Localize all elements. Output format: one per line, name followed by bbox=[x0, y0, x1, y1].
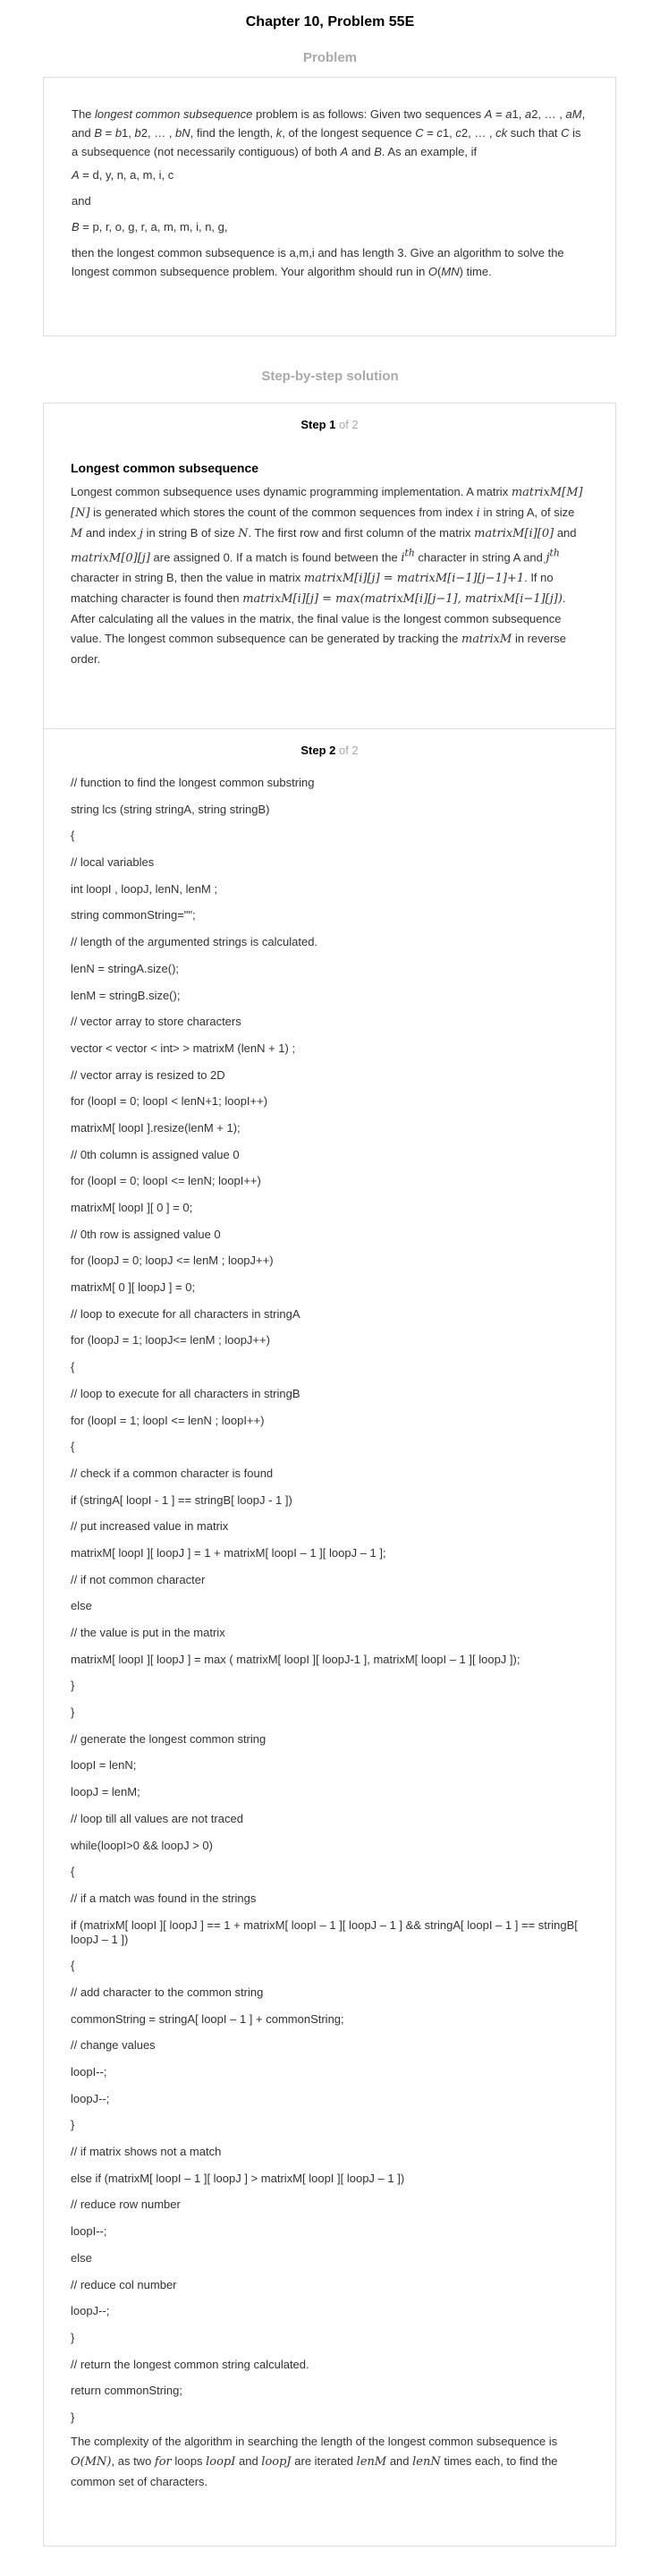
code-line: // vector array is resized to 2D bbox=[71, 1067, 225, 1082]
code-line: // length of the argumented strings is c… bbox=[71, 935, 318, 949]
code-line: matrixM[ loopI ][ 0 ] = 0; bbox=[71, 1201, 193, 1214]
step-1-body: Longest common subsequence uses dynamic … bbox=[71, 485, 583, 667]
code-line: } bbox=[71, 1679, 75, 1693]
code-line: } bbox=[71, 2410, 75, 2424]
steps-card: Step 1 of 2 Longest common subsequence L… bbox=[43, 403, 616, 2546]
code-line: } bbox=[71, 2118, 75, 2132]
code-line: { bbox=[71, 1865, 75, 1879]
sequence-b-line: B = p, r, o, g, r, a, m, m, i, n, g, bbox=[72, 220, 228, 234]
problem-intro: The longest common subsequence problem i… bbox=[72, 107, 586, 158]
code-line: lenM = stringB.size(); bbox=[71, 988, 181, 1002]
code-line: { bbox=[71, 1360, 75, 1374]
code-line: { bbox=[71, 829, 75, 843]
code-line: { bbox=[71, 1959, 75, 1973]
step-1-title: Longest common subsequence bbox=[71, 461, 259, 475]
code-line: lenN = stringA.size(); bbox=[71, 961, 180, 975]
code-line: // add character to the common string bbox=[71, 1985, 264, 1999]
code-line: // if not common character bbox=[71, 1572, 206, 1586]
code-line: // change values bbox=[71, 2038, 156, 2053]
code-line: matrixM[ loopI ].resize(lenM + 1); bbox=[71, 1120, 241, 1135]
code-line: for (loopI = 0; loopI < lenN+1; loopI++) bbox=[71, 1094, 268, 1109]
and-text: and bbox=[72, 194, 91, 208]
code-line: // 0th row is assigned value 0 bbox=[71, 1227, 221, 1241]
step-1-header: Step 1 of 2 bbox=[300, 418, 359, 431]
sequence-a-line: A = d, y, n, a, m, i, c bbox=[72, 168, 174, 182]
code-line: int loopI , loopJ, lenN, lenM ; bbox=[71, 881, 218, 896]
code-line: for (loopJ = 0; loopJ <= lenM ; loopJ++) bbox=[71, 1254, 274, 1268]
code-line: loopJ--; bbox=[71, 2091, 110, 2105]
code-line: // 0th column is assigned value 0 bbox=[71, 1147, 240, 1161]
code-line: matrixM[ 0 ][ loopJ ] = 0; bbox=[71, 1280, 196, 1295]
code-line: loopJ--; bbox=[71, 2304, 110, 2318]
step-1: Step 1 of 2 Longest common subsequence L… bbox=[44, 404, 615, 729]
code-line: // the value is put in the matrix bbox=[71, 1626, 225, 1639]
code-line: for (loopI = 0; loopI <= lenN; loopI++) bbox=[71, 1174, 261, 1188]
code-line: // vector array to store characters bbox=[71, 1015, 241, 1029]
step-2: Step 2 of 2 // function to find the long… bbox=[44, 729, 615, 2492]
problem-heading: Problem bbox=[302, 50, 357, 65]
code-line: vector < vector < int> > matrixM (lenN +… bbox=[71, 1041, 296, 1055]
code-listing: // function to find the longest common s… bbox=[71, 776, 588, 2425]
complexity-paragraph: The complexity of the algorithm in searc… bbox=[71, 2434, 558, 2488]
code-line: commonString = stringA[ loopI – 1 ] + co… bbox=[71, 2011, 344, 2026]
code-line: // reduce row number bbox=[71, 2198, 181, 2212]
problem-conclusion: then the longest common subsequence is a… bbox=[72, 246, 564, 278]
code-line: // if matrix shows not a match bbox=[71, 2145, 222, 2159]
step-2-header: Step 2 of 2 bbox=[300, 744, 359, 757]
code-line: string lcs (string stringA, string strin… bbox=[71, 802, 270, 816]
code-line: string commonString=""; bbox=[71, 908, 196, 922]
code-line: return commonString; bbox=[71, 2384, 182, 2398]
code-line: if (stringA[ loopI - 1 ] == stringB[ loo… bbox=[71, 1492, 292, 1507]
code-line: // check if a common character is found bbox=[71, 1466, 274, 1480]
code-line: } bbox=[71, 2330, 75, 2344]
code-line: { bbox=[71, 1440, 75, 1454]
code-line: else bbox=[71, 1599, 92, 1613]
code-line: else if (matrixM[ loopI – 1 ][ loopJ ] >… bbox=[71, 2171, 405, 2185]
code-line: for (loopI = 1; loopI <= lenN ; loopI++) bbox=[71, 1413, 265, 1427]
code-line: for (loopJ = 1; loopJ<= lenM ; loopJ++) bbox=[71, 1333, 270, 1348]
code-line: // return the longest common string calc… bbox=[71, 2357, 309, 2371]
code-line: else bbox=[71, 2250, 92, 2265]
code-line: matrixM[ loopI ][ loopJ ] = 1 + matrixM[… bbox=[71, 1545, 386, 1560]
code-line: if (matrixM[ loopI ][ loopJ ] == 1 + mat… bbox=[71, 1917, 578, 1946]
code-line: } bbox=[71, 1705, 75, 1720]
code-line: // function to find the longest common s… bbox=[71, 776, 315, 789]
problem-card: The longest common subsequence problem i… bbox=[43, 77, 616, 336]
code-line: // loop to execute for all characters in… bbox=[71, 1386, 300, 1400]
code-line: // generate the longest common string bbox=[71, 1731, 267, 1746]
code-line: // put increased value in matrix bbox=[71, 1519, 229, 1534]
code-line: // if a match was found in the strings bbox=[71, 1891, 257, 1905]
code-line: loopI = lenN; bbox=[71, 1758, 137, 1773]
code-line: // loop to execute for all characters in… bbox=[71, 1306, 300, 1321]
code-line: loopJ = lenM; bbox=[71, 1785, 140, 1799]
code-line: matrixM[ loopI ][ loopJ ] = max ( matrix… bbox=[71, 1652, 520, 1666]
code-line: loopI--; bbox=[71, 2065, 107, 2079]
solution-heading: Step-by-step solution bbox=[261, 369, 399, 384]
code-line: while(loopI>0 && loopJ > 0) bbox=[71, 1838, 213, 1852]
page-title: Chapter 10, Problem 55E bbox=[245, 14, 415, 30]
code-line: // reduce col number bbox=[71, 2277, 177, 2291]
code-line: // local variables bbox=[71, 855, 155, 870]
code-line: loopI--; bbox=[71, 2224, 107, 2239]
code-line: // loop till all values are not traced bbox=[71, 1811, 243, 1825]
